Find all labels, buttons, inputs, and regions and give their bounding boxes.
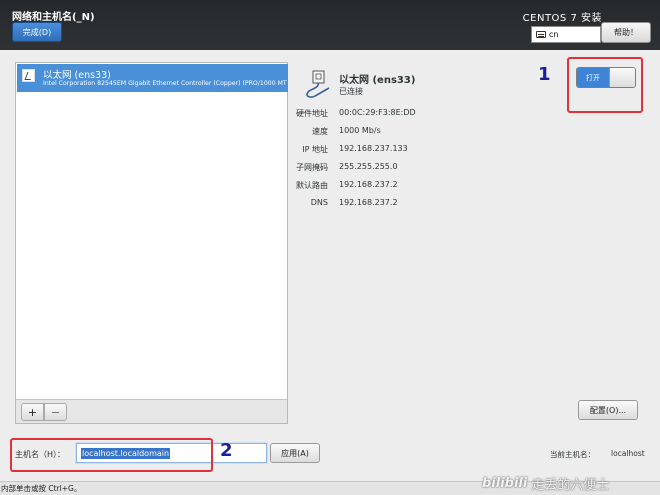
detail-value: 192.168.237.2 [339, 198, 398, 207]
ethernet-cable-icon [306, 70, 330, 98]
detail-label: 默认路由 [296, 181, 328, 190]
help-button[interactable]: 帮助！ [601, 22, 651, 43]
annotation-box-hostname [10, 438, 213, 472]
product-title: CENTOS 7 安装 [522, 13, 602, 24]
configure-button[interactable]: 配置(O)... [578, 400, 638, 420]
remove-device-button[interactable]: − [44, 403, 67, 421]
detail-label: 速度 [312, 127, 328, 136]
detail-row-dns: DNS 192.168.237.2 [293, 198, 613, 210]
apply-button[interactable]: 应用(A) [270, 443, 320, 463]
detail-label: IP 地址 [302, 145, 328, 154]
detail-value: 1000 Mb/s [339, 126, 381, 135]
interface-name: 以太网 (ens33) [339, 75, 416, 86]
device-description: Intel Corporation 82545EM Gigabit Ethern… [43, 80, 287, 87]
device-name: 以太网 (ens33) [43, 70, 111, 81]
annotation-number-1: 1 [538, 64, 551, 85]
current-hostname-label: 当前主机名： [550, 450, 595, 459]
add-device-button[interactable]: + [21, 403, 44, 421]
detail-row-subnet-mask: 子网掩码 255.255.255.0 [293, 162, 613, 174]
connection-status: 已连接 [339, 87, 363, 96]
keyboard-layout-label: cn [549, 30, 559, 39]
detail-label: 子网掩码 [296, 163, 328, 172]
annotation-box-toggle [567, 57, 643, 113]
bilibili-logo: bilibili [482, 475, 528, 491]
header-bar: 网络和主机名(_N) 完成(D) CENTOS 7 安装 cn 帮助！ [0, 0, 660, 50]
detail-value: 192.168.237.2 [339, 180, 398, 189]
ethernet-icon [22, 69, 35, 82]
device-list: 以太网 (ens33) Intel Corporation 82545EM Gi… [15, 62, 288, 424]
detail-value: 255.255.255.0 [339, 162, 398, 171]
detail-row-default-route: 默认路由 192.168.237.2 [293, 180, 613, 192]
watermark: bilibili 走丢的六便士 [482, 471, 660, 495]
device-list-toolbar: + − [16, 399, 287, 423]
detail-row-ip-address: IP 地址 192.168.237.133 [293, 144, 613, 156]
detail-value: 00:0C:29:F3:8E:DD [339, 108, 416, 117]
page-title: 网络和主机名(_N) [12, 12, 95, 23]
detail-row-speed: 速度 1000 Mb/s [293, 126, 613, 138]
detail-row-hardware-address: 硬件地址 00:0C:29:F3:8E:DD [293, 108, 613, 120]
keyboard-icon [536, 31, 546, 38]
detail-value: 192.168.237.133 [339, 144, 408, 153]
annotation-number-2: 2 [220, 440, 233, 461]
keyboard-layout-indicator[interactable]: cn [531, 26, 601, 43]
watermark-text: 走丢的六便士 [531, 477, 610, 493]
done-button[interactable]: 完成(D) [12, 22, 62, 42]
device-item-ens33[interactable]: 以太网 (ens33) Intel Corporation 82545EM Gi… [17, 64, 288, 92]
detail-label: DNS [310, 198, 328, 207]
current-hostname-value: localhost [611, 449, 645, 458]
detail-label: 硬件地址 [296, 109, 328, 118]
